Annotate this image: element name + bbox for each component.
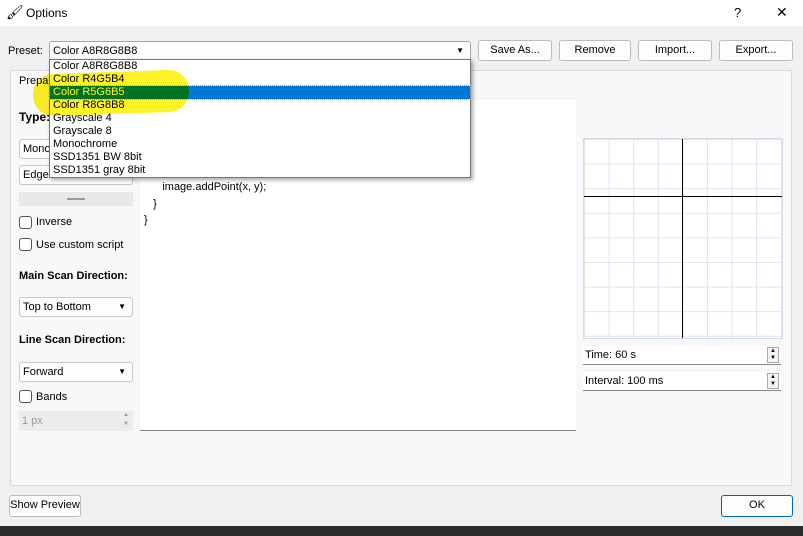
preset-label: Preset: [8, 45, 43, 57]
preset-option[interactable]: SSD1351 BW 8bit [50, 151, 470, 164]
title-bar: 🖌 Options ? ✕ [0, 0, 803, 26]
bands-label: Bands [36, 391, 68, 403]
edge-value: Edge [23, 169, 49, 181]
main-scan-combo[interactable]: Top to Bottom ▼ [19, 297, 133, 317]
line-scan-label: Line Scan Direction: [19, 334, 126, 346]
options-dialog: 🖌 Options ? ✕ Preset: Color A8R8G8B8 ▼ Sa… [0, 0, 803, 526]
splitter-handle[interactable] [19, 192, 133, 206]
export-button[interactable]: Export... [719, 40, 793, 61]
custom-script-label: Use custom script [36, 239, 124, 251]
inverse-label: Inverse [36, 216, 73, 228]
preset-combo[interactable]: Color A8R8G8B8 ▼ [49, 41, 471, 61]
preset-option[interactable]: SSD1351 gray 8bit [50, 164, 470, 177]
remove-button[interactable]: Remove [559, 40, 631, 61]
line-scan-combo[interactable]: Forward ▼ [19, 362, 133, 382]
vertical-axis [682, 139, 683, 338]
show-preview-button[interactable]: Show Preview [9, 495, 81, 517]
line-scan-value: Forward [23, 366, 64, 378]
main-scan-value: Top to Bottom [23, 301, 91, 313]
custom-script-checkbox[interactable] [19, 238, 32, 251]
interval-value: Interval: 100 ms [585, 375, 664, 387]
time-value: Time: 60 s [585, 349, 636, 361]
import-button[interactable]: Import... [638, 40, 712, 61]
spin-arrows-icon[interactable]: ▲ ▼ [767, 373, 779, 389]
inverse-checkbox[interactable] [19, 216, 32, 229]
close-button[interactable]: ✕ [776, 4, 788, 21]
time-spinbox[interactable]: Time: 60 s ▲ ▼ [583, 346, 781, 365]
chevron-down-icon: ▼ [456, 46, 464, 55]
save-as-button[interactable]: Save As... [478, 40, 552, 61]
preset-option[interactable]: Monochrome [50, 138, 470, 151]
interval-spinbox[interactable]: Interval: 100 ms ▲ ▼ [583, 372, 781, 391]
bands-width-value: 1 px [22, 415, 43, 427]
window-title: Options [26, 6, 68, 20]
help-button[interactable]: ? [734, 5, 741, 20]
spin-arrows-icon[interactable]: ▲ ▼ [767, 347, 779, 363]
main-scan-label: Main Scan Direction: [19, 270, 128, 282]
chevron-down-icon: ▼ [118, 367, 126, 376]
ok-button[interactable]: OK [721, 495, 793, 517]
preset-value: Color A8R8G8B8 [53, 45, 138, 57]
chevron-down-icon: ▼ [118, 302, 126, 311]
app-brush-icon: 🖌 [6, 4, 24, 20]
preset-option[interactable]: Grayscale 8 [50, 125, 470, 138]
bands-checkbox[interactable] [19, 390, 32, 403]
horizontal-axis [584, 196, 782, 197]
bands-width-spinbox[interactable]: 1 px ▲ ▼ [19, 411, 133, 431]
highlighter-annotation [32, 69, 190, 117]
preview-grid [583, 138, 783, 339]
type-value: Mono [23, 143, 51, 155]
